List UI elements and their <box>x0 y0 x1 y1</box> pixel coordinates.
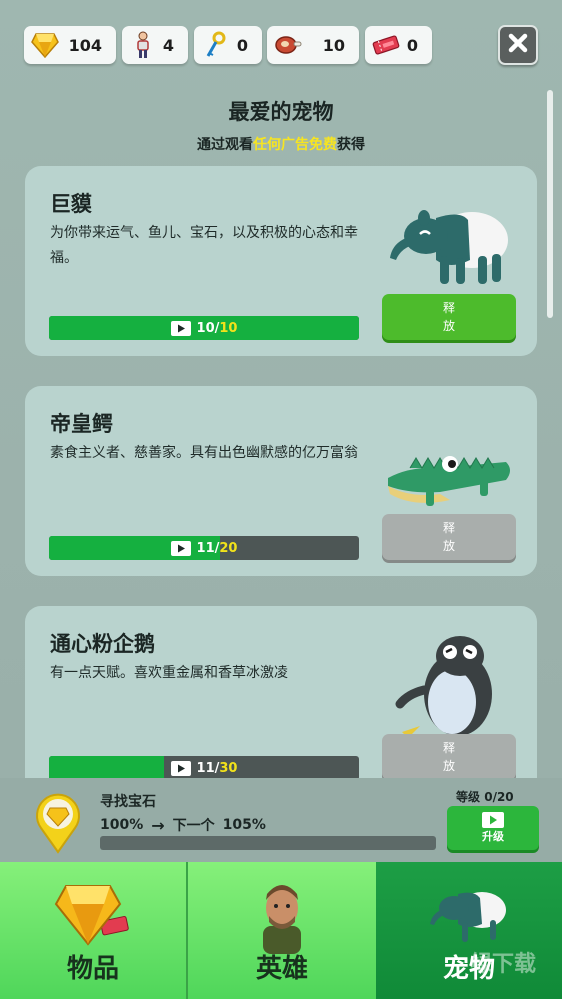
gem-count: 104 <box>68 35 102 55</box>
upgrade-progress-bar <box>100 836 436 850</box>
progress-total: 30 <box>219 760 238 776</box>
scrollbar-thumb[interactable] <box>547 90 553 318</box>
pet-description: 为你带来运气、鱼儿、宝石，以及积极的心态和幸福。 <box>50 225 358 266</box>
ticket-counter[interactable]: 0 <box>365 26 432 64</box>
tapir-icon <box>380 188 520 298</box>
ad-progress-bar: 10/10 <box>49 316 359 340</box>
gem-icon <box>30 30 60 60</box>
key-count: 0 <box>236 35 248 55</box>
upgrade-stats: 100% → 下一个 105% <box>100 815 266 835</box>
release-label-1: 释 <box>442 521 455 535</box>
page-title: 最爱的宠物 <box>228 100 334 124</box>
upgrade-button-label: 升级 <box>482 830 504 843</box>
ticket-count: 0 <box>406 35 418 55</box>
ticket-icon <box>371 30 401 60</box>
ad-progress-bar: 11/20 <box>49 536 359 560</box>
pet-name: 通心粉企鹅 <box>50 632 155 656</box>
pet-card-crocodile: 帝皇鳄 素食主义者、慈善家。具有出色幽默感的亿万富翁 11/20 释 放 <box>25 386 537 576</box>
meat-count: 10 <box>322 35 345 55</box>
pet-card-tapir: 巨貘 为你带来运气、鱼儿、宝石，以及积极的心态和幸福。 10/10 释 放 <box>25 166 537 356</box>
watermark-logo: 绿下载 <box>470 951 537 977</box>
upgrade-title: 寻找宝石 <box>100 794 156 810</box>
hero-count: 4 <box>162 35 174 55</box>
gem-pin-icon <box>33 792 83 854</box>
pet-name: 帝皇鳄 <box>50 412 113 436</box>
progress-current: 11 <box>196 540 215 556</box>
tab-label: 英雄 <box>255 954 308 984</box>
release-label-2: 放 <box>442 539 455 553</box>
progress-current: 10 <box>196 320 215 336</box>
next-bonus: 105% <box>222 817 266 833</box>
level-indicator: 等级 0/20 <box>456 788 514 805</box>
tab-items[interactable]: 物品 <box>0 862 188 999</box>
release-label-1: 释 <box>442 301 455 315</box>
release-label-2: 放 <box>442 759 455 773</box>
tab-pets[interactable]: 宠物 <box>376 862 562 999</box>
pet-list: 巨貘 为你带来运气、鱼儿、宝石，以及积极的心态和幸福。 10/10 释 放 帝皇… <box>25 166 537 778</box>
key-icon <box>200 30 230 60</box>
page-subtitle: 通过观看任何广告免费获得 <box>0 134 562 154</box>
upgrade-button[interactable]: 升级 <box>447 806 539 850</box>
resource-bar: 104 4 0 10 0 <box>24 26 538 66</box>
ad-progress-bar: 11/30 <box>49 756 359 778</box>
release-button[interactable]: 释 放 <box>382 294 516 340</box>
page-header: 最爱的宠物 通过观看任何广告免费获得 <box>0 96 562 154</box>
meat-counter[interactable]: 10 <box>267 26 359 64</box>
close-icon <box>507 32 529 58</box>
scrollbar[interactable] <box>547 90 553 778</box>
gem-bundle-icon <box>48 878 138 954</box>
hero-avatar-icon <box>237 878 327 954</box>
progress-total: 20 <box>219 540 238 556</box>
bottom-tab-bar: 物品 英雄 宠物 <box>0 862 562 999</box>
progress-total: 10 <box>219 320 238 336</box>
penguin-icon <box>380 628 520 738</box>
pet-card-penguin: 通心粉企鹅 有一点天赋。喜欢重金属和香草冰激凌 11/30 释 放 <box>25 606 537 778</box>
meat-icon <box>273 30 303 60</box>
next-label: 下一个 <box>172 818 215 834</box>
level-total: /20 <box>492 790 514 804</box>
level-label: 等级 <box>456 790 481 804</box>
release-button[interactable]: 释 放 <box>382 514 516 560</box>
subtitle-suffix: 获得 <box>337 137 365 153</box>
level-current: 0 <box>484 790 493 804</box>
subtitle-highlight: 任何广告免费 <box>253 137 337 153</box>
progress-current: 11 <box>196 760 215 776</box>
play-video-icon <box>170 760 191 776</box>
pet-description: 素食主义者、慈善家。具有出色幽默感的亿万富翁 <box>50 445 358 461</box>
key-counter[interactable]: 0 <box>194 26 262 64</box>
ad-progress-text: 10/10 <box>197 321 238 336</box>
pet-name: 巨貘 <box>50 192 92 216</box>
tab-heroes[interactable]: 英雄 <box>188 862 376 999</box>
arrow-right-icon: → <box>151 815 165 835</box>
upgrade-panel: 寻找宝石 100% → 下一个 105% 等级 0/20 升级 <box>0 778 562 862</box>
tapir-icon <box>424 878 514 954</box>
tab-label: 物品 <box>66 954 119 984</box>
subtitle-prefix: 通过观看 <box>197 137 253 153</box>
play-video-icon <box>482 812 504 828</box>
gem-counter[interactable]: 104 <box>24 26 116 64</box>
ad-progress-text: 11/20 <box>197 541 238 556</box>
hero-counter[interactable]: 4 <box>122 26 188 64</box>
release-button[interactable]: 释 放 <box>382 734 516 778</box>
close-button[interactable] <box>498 25 538 65</box>
release-label-2: 放 <box>442 319 455 333</box>
ad-progress-text: 11/30 <box>197 761 238 776</box>
pet-description: 有一点天赋。喜欢重金属和香草冰激凌 <box>50 665 288 681</box>
play-video-icon <box>170 320 191 336</box>
play-video-icon <box>170 540 191 556</box>
hero-count-icon <box>128 30 158 60</box>
current-bonus: 100% <box>100 817 144 833</box>
crocodile-icon <box>380 408 520 518</box>
release-label-1: 释 <box>442 741 455 755</box>
